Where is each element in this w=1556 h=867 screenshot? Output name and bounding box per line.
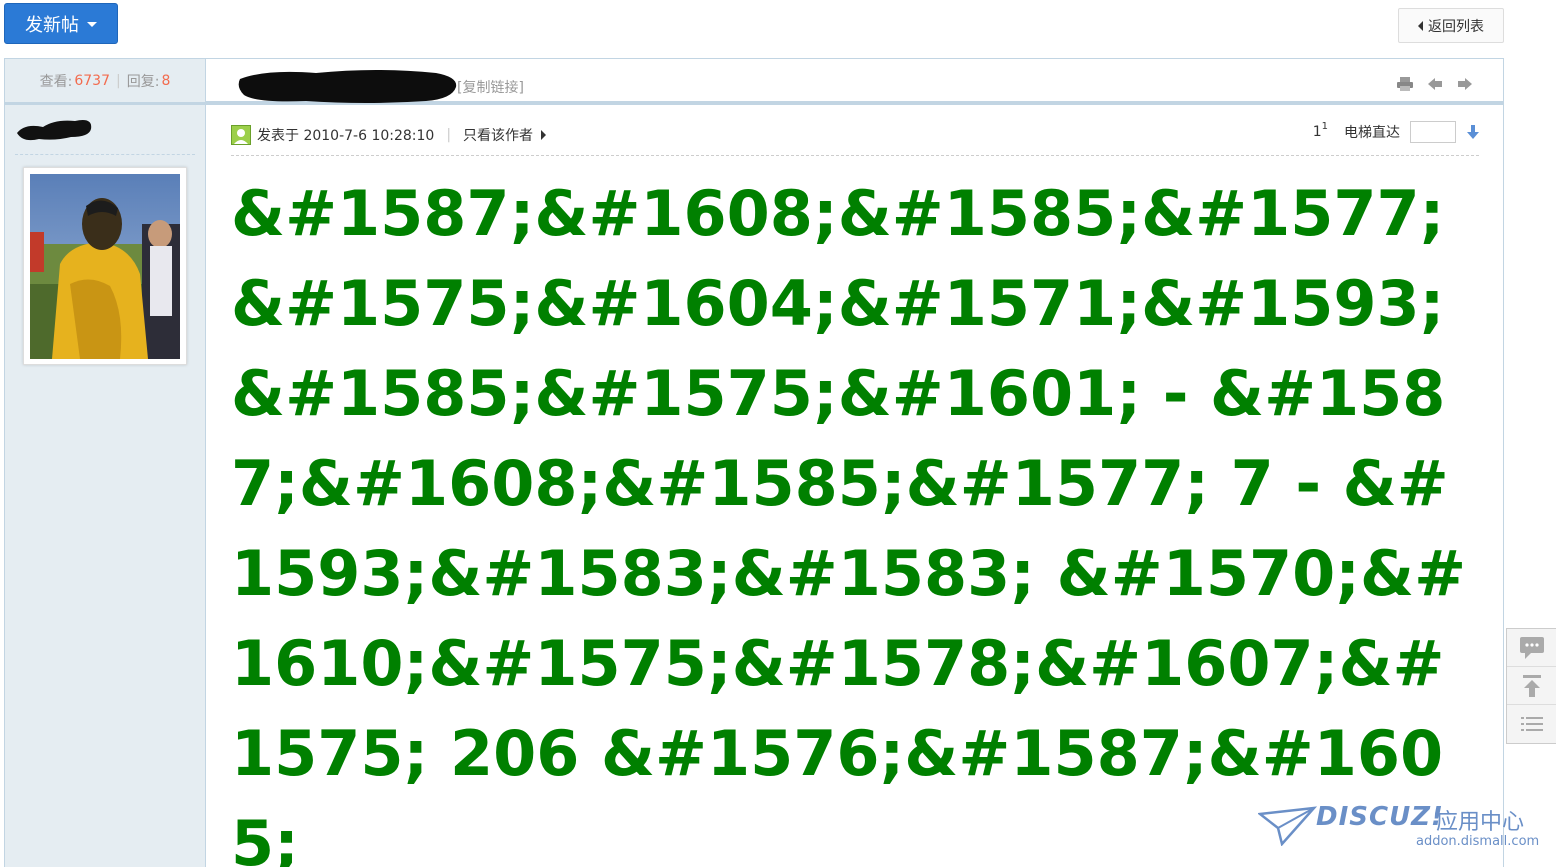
prev-thread-icon[interactable]	[1426, 75, 1444, 93]
views-label: 查看:	[39, 73, 73, 90]
new-post-label: 发新帖	[25, 14, 79, 36]
online-user-icon	[231, 125, 251, 145]
post-floor-tools: 11 电梯直达	[1313, 121, 1480, 143]
back-to-list-label: 返回列表	[1428, 18, 1484, 35]
paper-plane-icon	[1258, 806, 1318, 846]
chevron-left-icon	[1418, 20, 1423, 31]
list-icon[interactable]	[1507, 705, 1556, 743]
post-date: 发表于 2010-7-6 10:28:10	[257, 128, 435, 144]
down-arrow-icon[interactable]	[1466, 124, 1480, 140]
floor-jump-input[interactable]	[1410, 121, 1456, 143]
thread-title-bar: [复制链接]	[206, 59, 1504, 105]
reply-icon[interactable]	[1507, 629, 1556, 667]
watermark-url: addon.dismall.com	[1416, 834, 1540, 849]
floating-toolbar	[1506, 628, 1556, 744]
author-sidebar: 查看: 6737 | 回复: 8	[5, 59, 206, 867]
floor-number: 11	[1312, 121, 1328, 140]
copy-link[interactable]: [复制链接]	[457, 77, 524, 97]
thread-stats: 查看: 6737 | 回复: 8	[5, 59, 205, 105]
print-icon[interactable]	[1396, 75, 1414, 93]
author-name-redacted[interactable]	[15, 111, 95, 147]
author-only-link[interactable]: 只看该作者	[463, 125, 547, 145]
post-main: [复制链接] 发表于 2010-7-6 10:28:10 | 只看该作者 11 …	[206, 59, 1504, 867]
title-actions	[1396, 75, 1474, 93]
post-content: &#1587;&#1608;&#1585;&#1577; &#1575;&#16…	[231, 177, 1467, 867]
stats-divider: |	[116, 72, 121, 89]
replies-count: 8	[161, 72, 171, 89]
chevron-down-icon	[87, 22, 97, 27]
views-count: 6737	[74, 72, 110, 89]
next-thread-icon[interactable]	[1456, 75, 1474, 93]
sidebar-divider	[15, 154, 195, 155]
replies-label: 回复:	[126, 73, 160, 90]
watermark-logo: DISCUZ!	[1316, 802, 1444, 832]
meta-divider-line	[231, 155, 1479, 156]
back-to-list-button[interactable]: 返回列表	[1398, 8, 1504, 43]
author-only-label: 只看该作者	[463, 128, 534, 144]
back-to-top-icon[interactable]	[1507, 667, 1556, 705]
discuz-watermark: DISCUZ! 应用中心 addon.dismall.com	[1258, 800, 1548, 860]
new-post-button[interactable]: 发新帖	[4, 3, 118, 44]
avatar-frame[interactable]	[23, 167, 187, 365]
chevron-right-icon	[541, 130, 547, 140]
thread-container: 查看: 6737 | 回复: 8 [复制链接] 发表于 2010-7-6 10:…	[4, 58, 1504, 867]
watermark-suffix: 应用中心	[1436, 810, 1525, 835]
post-meta: 发表于 2010-7-6 10:28:10 | 只看该作者	[231, 123, 547, 147]
elevator-label: 电梯直达	[1344, 125, 1400, 141]
thread-title-redacted	[238, 70, 457, 103]
avatar	[30, 174, 180, 359]
meta-divider: |	[446, 127, 452, 143]
